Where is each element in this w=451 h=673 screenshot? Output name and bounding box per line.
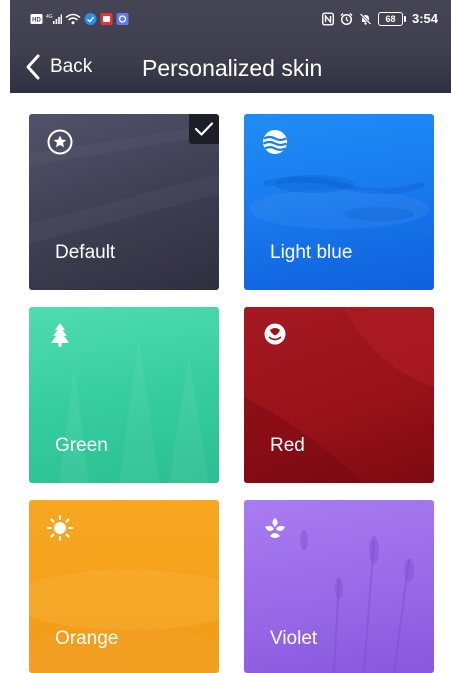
nfc-icon	[321, 12, 334, 26]
app-icon-purple	[116, 13, 129, 25]
chevron-left-icon	[26, 54, 40, 80]
sun-icon	[47, 515, 73, 541]
rose-icon	[264, 323, 286, 345]
status-left-icons: HD 4G	[30, 12, 129, 26]
back-button[interactable]: Back	[24, 50, 92, 84]
tree-icon	[51, 323, 69, 347]
status-time: 3:54	[411, 11, 438, 26]
waves-icon	[262, 130, 288, 154]
app-icon-red	[100, 13, 113, 25]
wifi-icon	[65, 13, 81, 25]
skin-label: Red	[270, 435, 305, 456]
status-right-icons: 68 3:54	[321, 11, 438, 26]
personalized-skin-screen: HD 4G 68 3:54 Back Personalized skin Def…	[0, 0, 451, 673]
hd-icon: HD	[30, 14, 43, 24]
page-title: Personalized skin	[142, 55, 323, 81]
skin-label: Orange	[55, 628, 119, 649]
mute-icon	[359, 13, 372, 25]
svg-text:HD: HD	[32, 18, 41, 24]
skin-label: Default	[55, 242, 116, 263]
check-icon	[194, 122, 214, 136]
back-label: Back	[50, 56, 93, 77]
signal-icon: 4G	[46, 14, 62, 24]
battery-tip	[403, 16, 406, 22]
skin-card-orange[interactable]: Orange	[29, 500, 219, 673]
skin-label: Green	[55, 435, 108, 456]
status-bar: HD 4G 68 3:54	[10, 0, 451, 38]
alarm-icon	[340, 13, 353, 26]
header: HD 4G 68 3:54 Back Personalized skin	[10, 0, 451, 93]
selected-badge	[189, 114, 219, 144]
app-icon-blue	[84, 13, 97, 25]
battery-indicator: 68	[377, 12, 403, 26]
skin-card-green[interactable]: Green	[29, 307, 219, 483]
skin-card-light-blue[interactable]: Light blue	[244, 114, 434, 290]
skin-card-red[interactable]: Red	[244, 307, 434, 483]
star-circle-icon	[47, 129, 73, 155]
skin-label: Violet	[270, 628, 318, 649]
skin-card-violet[interactable]: Violet	[244, 500, 434, 673]
skin-card-default[interactable]: Default	[29, 114, 219, 290]
nav-bar: Back Personalized skin	[10, 43, 451, 91]
skin-label: Light blue	[270, 242, 353, 263]
flower-icon	[265, 518, 285, 538]
svg-text:4G: 4G	[46, 14, 53, 20]
